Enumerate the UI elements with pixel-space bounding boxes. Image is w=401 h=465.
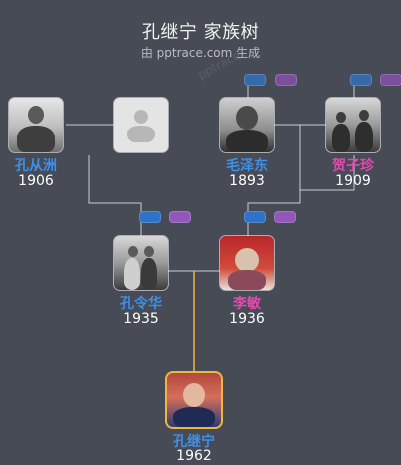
person-card-li-min[interactable] — [220, 236, 274, 290]
photo-group — [326, 98, 380, 152]
connector-kong-congzhou — [88, 155, 142, 236]
person-card-kong-congzhou[interactable] — [9, 98, 63, 152]
father-link-li-min[interactable] — [244, 211, 266, 223]
person-card-kong-jining[interactable] — [167, 373, 221, 427]
father-link-kong-linghua[interactable] — [139, 211, 161, 223]
mother-link-he[interactable] — [380, 74, 401, 86]
person-card-unknown[interactable] — [114, 98, 168, 152]
photo-couple — [114, 236, 168, 290]
mother-link-kong-linghua[interactable] — [169, 211, 191, 223]
mother-link-mao[interactable] — [275, 74, 297, 86]
person-name-he-zizhen[interactable]: 贺子珍 — [308, 155, 398, 175]
person-year-he-zizhen: 1909 — [335, 173, 371, 189]
person-year-kong-jining: 1962 — [176, 448, 212, 464]
mother-link-li-min[interactable] — [274, 211, 296, 223]
person-card-mao-zedong[interactable] — [220, 98, 274, 152]
person-placeholder-icon — [114, 98, 168, 152]
photo-elderly-woman — [220, 236, 274, 290]
person-card-kong-linghua[interactable] — [114, 236, 168, 290]
person-card-he-zizhen[interactable] — [326, 98, 380, 152]
person-year-kong-congzhou: 1906 — [18, 173, 54, 189]
photo-portrait — [220, 98, 274, 152]
person-year-mao-zedong: 1893 — [229, 173, 265, 189]
person-name-kong-congzhou[interactable]: 孔从洲 — [0, 155, 81, 175]
father-link-mao[interactable] — [244, 74, 266, 86]
person-year-li-min: 1936 — [229, 311, 265, 327]
photo-soldier — [9, 98, 63, 152]
photo-man-suit — [167, 373, 221, 427]
person-year-kong-linghua: 1935 — [123, 311, 159, 327]
person-name-kong-linghua[interactable]: 孔令华 — [96, 293, 186, 313]
father-link-he[interactable] — [350, 74, 372, 86]
person-name-mao-zedong[interactable]: 毛泽东 — [202, 155, 292, 175]
person-name-li-min[interactable]: 李敏 — [202, 293, 292, 313]
